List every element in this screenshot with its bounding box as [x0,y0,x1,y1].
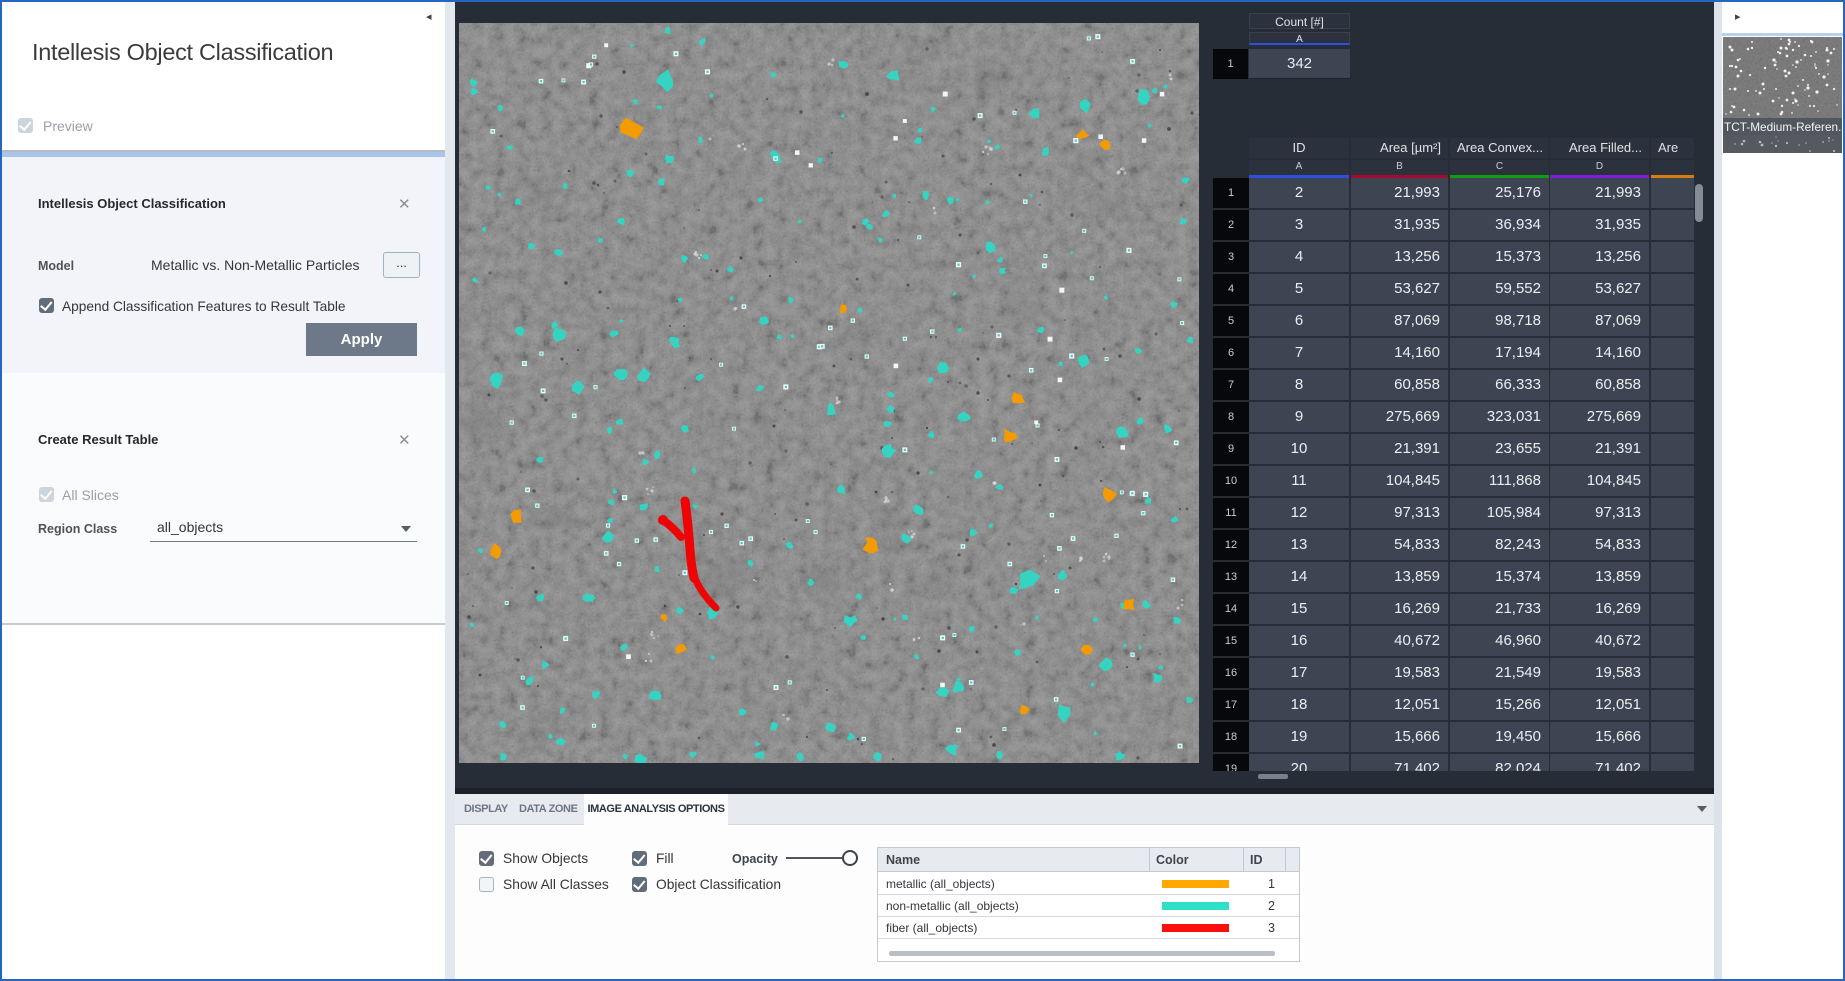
svg-text:TCT-Medium-Referen...: TCT-Medium-Referen... [1724,120,1842,134]
